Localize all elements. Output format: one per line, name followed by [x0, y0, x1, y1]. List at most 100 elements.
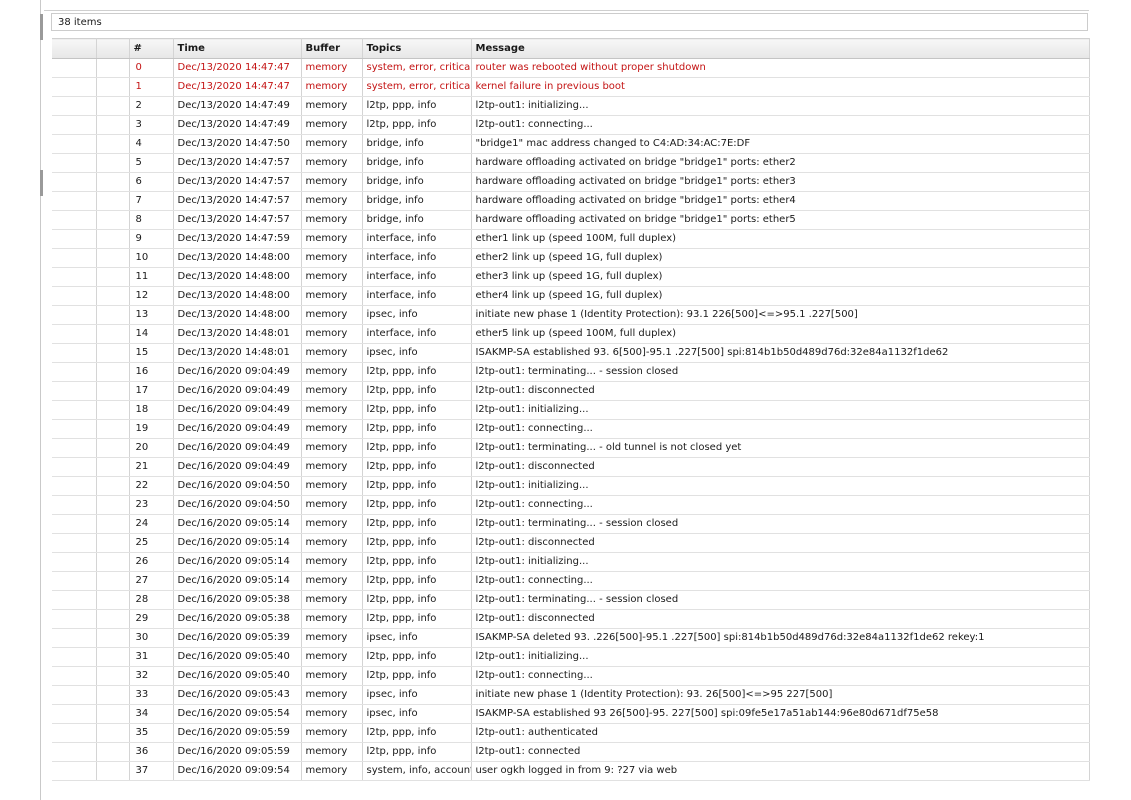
table-row[interactable]: 27 Dec/16/2020 09:05:14 memory l2tp, ppp, i… — [52, 571, 1090, 591]
row-flag-cell — [96, 552, 130, 572]
row-topics: system, error, critical — [362, 77, 472, 97]
panel-top-edge — [44, 0, 1089, 11]
row-flag-cell — [96, 495, 130, 515]
table-row[interactable]: 36 Dec/16/2020 09:05:59 memory l2tp, ppp, i… — [52, 742, 1090, 762]
row-number: 6 — [129, 172, 174, 192]
row-topics: bridge, info — [362, 210, 472, 230]
table-row[interactable]: 35 Dec/16/2020 09:05:59 memory l2tp, ppp, i… — [52, 723, 1090, 743]
row-buffer: memory — [301, 685, 363, 705]
row-message: l2tp-out1: authenticated — [471, 723, 1090, 743]
row-select-cell — [52, 77, 97, 97]
table-row[interactable]: 19 Dec/16/2020 09:04:49 memory l2tp, ppp, i… — [52, 419, 1090, 439]
table-row[interactable]: 28 Dec/16/2020 09:05:38 memory l2tp, ppp, i… — [52, 590, 1090, 610]
table-row[interactable]: 11 Dec/13/2020 14:48:00 memory interface, i… — [52, 267, 1090, 287]
table-row[interactable]: 16 Dec/16/2020 09:04:49 memory l2tp, ppp, i… — [52, 362, 1090, 382]
table-row[interactable]: 21 Dec/16/2020 09:04:49 memory l2tp, ppp, i… — [52, 457, 1090, 477]
table-row[interactable]: 9 Dec/13/2020 14:47:59 memory interface, in… — [52, 229, 1090, 249]
row-number: 28 — [129, 590, 174, 610]
row-time: Dec/16/2020 09:04:50 — [173, 495, 302, 515]
table-row[interactable]: 2 Dec/13/2020 14:47:49 memory l2tp, ppp, in… — [52, 96, 1090, 116]
row-flag-cell — [96, 58, 130, 78]
row-time: Dec/13/2020 14:48:00 — [173, 286, 302, 306]
row-buffer: memory — [301, 96, 363, 116]
row-buffer: memory — [301, 723, 363, 743]
table-row[interactable]: 37 Dec/16/2020 09:09:54 memory system, info… — [52, 761, 1090, 781]
table-row[interactable]: 13 Dec/13/2020 14:48:00 memory ipsec, info i… — [52, 305, 1090, 325]
row-time: Dec/13/2020 14:47:57 — [173, 172, 302, 192]
row-select-cell — [52, 761, 97, 781]
row-select-cell — [52, 571, 97, 591]
table-row[interactable]: 0 Dec/13/2020 14:47:47 memory system, error… — [52, 58, 1090, 78]
row-select-cell — [52, 305, 97, 325]
row-number: 25 — [129, 533, 174, 553]
row-topics: l2tp, ppp, info — [362, 96, 472, 116]
row-number: 3 — [129, 115, 174, 135]
row-message: l2tp-out1: connecting... — [471, 115, 1090, 135]
column-header-number[interactable]: # — [129, 38, 174, 59]
row-message: l2tp-out1: disconnected — [471, 533, 1090, 553]
row-topics: interface, info — [362, 248, 472, 268]
column-header-buffer[interactable]: Buffer — [301, 38, 363, 59]
row-buffer: memory — [301, 628, 363, 648]
table-row[interactable]: 8 Dec/13/2020 14:47:57 memory bridge, info h… — [52, 210, 1090, 230]
table-row[interactable]: 31 Dec/16/2020 09:05:40 memory l2tp, ppp, i… — [52, 647, 1090, 667]
table-row[interactable]: 34 Dec/16/2020 09:05:54 memory ipsec, info I… — [52, 704, 1090, 724]
table-row[interactable]: 32 Dec/16/2020 09:05:40 memory l2tp, ppp, i… — [52, 666, 1090, 686]
row-number: 33 — [129, 685, 174, 705]
table-row[interactable]: 29 Dec/16/2020 09:05:38 memory l2tp, ppp, i… — [52, 609, 1090, 629]
row-message: l2tp-out1: terminating... - old tunnel i… — [471, 438, 1090, 458]
table-row[interactable]: 23 Dec/16/2020 09:04:50 memory l2tp, ppp, i… — [52, 495, 1090, 515]
table-row[interactable]: 18 Dec/16/2020 09:04:49 memory l2tp, ppp, i… — [52, 400, 1090, 420]
table-row[interactable]: 30 Dec/16/2020 09:05:39 memory ipsec, info I… — [52, 628, 1090, 648]
column-header-topics[interactable]: Topics — [362, 38, 472, 59]
row-number: 32 — [129, 666, 174, 686]
row-topics: l2tp, ppp, info — [362, 609, 472, 629]
table-row[interactable]: 20 Dec/16/2020 09:04:49 memory l2tp, ppp, i… — [52, 438, 1090, 458]
row-buffer: memory — [301, 134, 363, 154]
row-message: l2tp-out1: disconnected — [471, 609, 1090, 629]
row-flag-cell — [96, 229, 130, 249]
table-row[interactable]: 10 Dec/13/2020 14:48:00 memory interface, i… — [52, 248, 1090, 268]
table-row[interactable]: 15 Dec/13/2020 14:48:01 memory ipsec, info I… — [52, 343, 1090, 363]
row-buffer: memory — [301, 58, 363, 78]
table-row[interactable]: 4 Dec/13/2020 14:47:50 memory bridge, info "… — [52, 134, 1090, 154]
table-row[interactable]: 14 Dec/13/2020 14:48:01 memory interface, i… — [52, 324, 1090, 344]
flag-column-header[interactable] — [96, 38, 130, 59]
row-message: l2tp-out1: initializing... — [471, 476, 1090, 496]
row-select-cell — [52, 58, 97, 78]
row-flag-cell — [96, 685, 130, 705]
row-flag-cell — [96, 742, 130, 762]
table-row[interactable]: 12 Dec/13/2020 14:48:00 memory interface, i… — [52, 286, 1090, 306]
table-row[interactable]: 6 Dec/13/2020 14:47:57 memory bridge, info h… — [52, 172, 1090, 192]
table-row[interactable]: 25 Dec/16/2020 09:05:14 memory l2tp, ppp, i… — [52, 533, 1090, 553]
row-topics: l2tp, ppp, info — [362, 381, 472, 401]
row-select-cell — [52, 419, 97, 439]
row-buffer: memory — [301, 400, 363, 420]
table-row[interactable]: 33 Dec/16/2020 09:05:43 memory ipsec, info i… — [52, 685, 1090, 705]
table-row[interactable]: 17 Dec/16/2020 09:04:49 memory l2tp, ppp, i… — [52, 381, 1090, 401]
rail-scroll-mark — [40, 170, 43, 196]
row-topics: interface, info — [362, 286, 472, 306]
row-number: 16 — [129, 362, 174, 382]
row-number: 0 — [129, 58, 174, 78]
table-row[interactable]: 26 Dec/16/2020 09:05:14 memory l2tp, ppp, i… — [52, 552, 1090, 572]
table-row[interactable]: 5 Dec/13/2020 14:47:57 memory bridge, info h… — [52, 153, 1090, 173]
row-topics: bridge, info — [362, 153, 472, 173]
row-topics: bridge, info — [362, 191, 472, 211]
table-row[interactable]: 1 Dec/13/2020 14:47:47 memory system, error… — [52, 77, 1090, 97]
row-time: Dec/13/2020 14:47:49 — [173, 96, 302, 116]
row-flag-cell — [96, 723, 130, 743]
row-select-cell — [52, 286, 97, 306]
table-row[interactable]: 3 Dec/13/2020 14:47:49 memory l2tp, ppp, in… — [52, 115, 1090, 135]
row-topics: ipsec, info — [362, 685, 472, 705]
select-column-header[interactable] — [52, 38, 97, 59]
table-row[interactable]: 22 Dec/16/2020 09:04:50 memory l2tp, ppp, i… — [52, 476, 1090, 496]
table-row[interactable]: 24 Dec/16/2020 09:05:14 memory l2tp, ppp, i… — [52, 514, 1090, 534]
row-time: Dec/16/2020 09:05:14 — [173, 514, 302, 534]
table-row[interactable]: 7 Dec/13/2020 14:47:57 memory bridge, info h… — [52, 191, 1090, 211]
row-buffer: memory — [301, 533, 363, 553]
column-header-time[interactable]: Time — [173, 38, 302, 59]
row-select-cell — [52, 96, 97, 116]
column-header-message[interactable]: Message — [471, 38, 1090, 59]
row-flag-cell — [96, 666, 130, 686]
